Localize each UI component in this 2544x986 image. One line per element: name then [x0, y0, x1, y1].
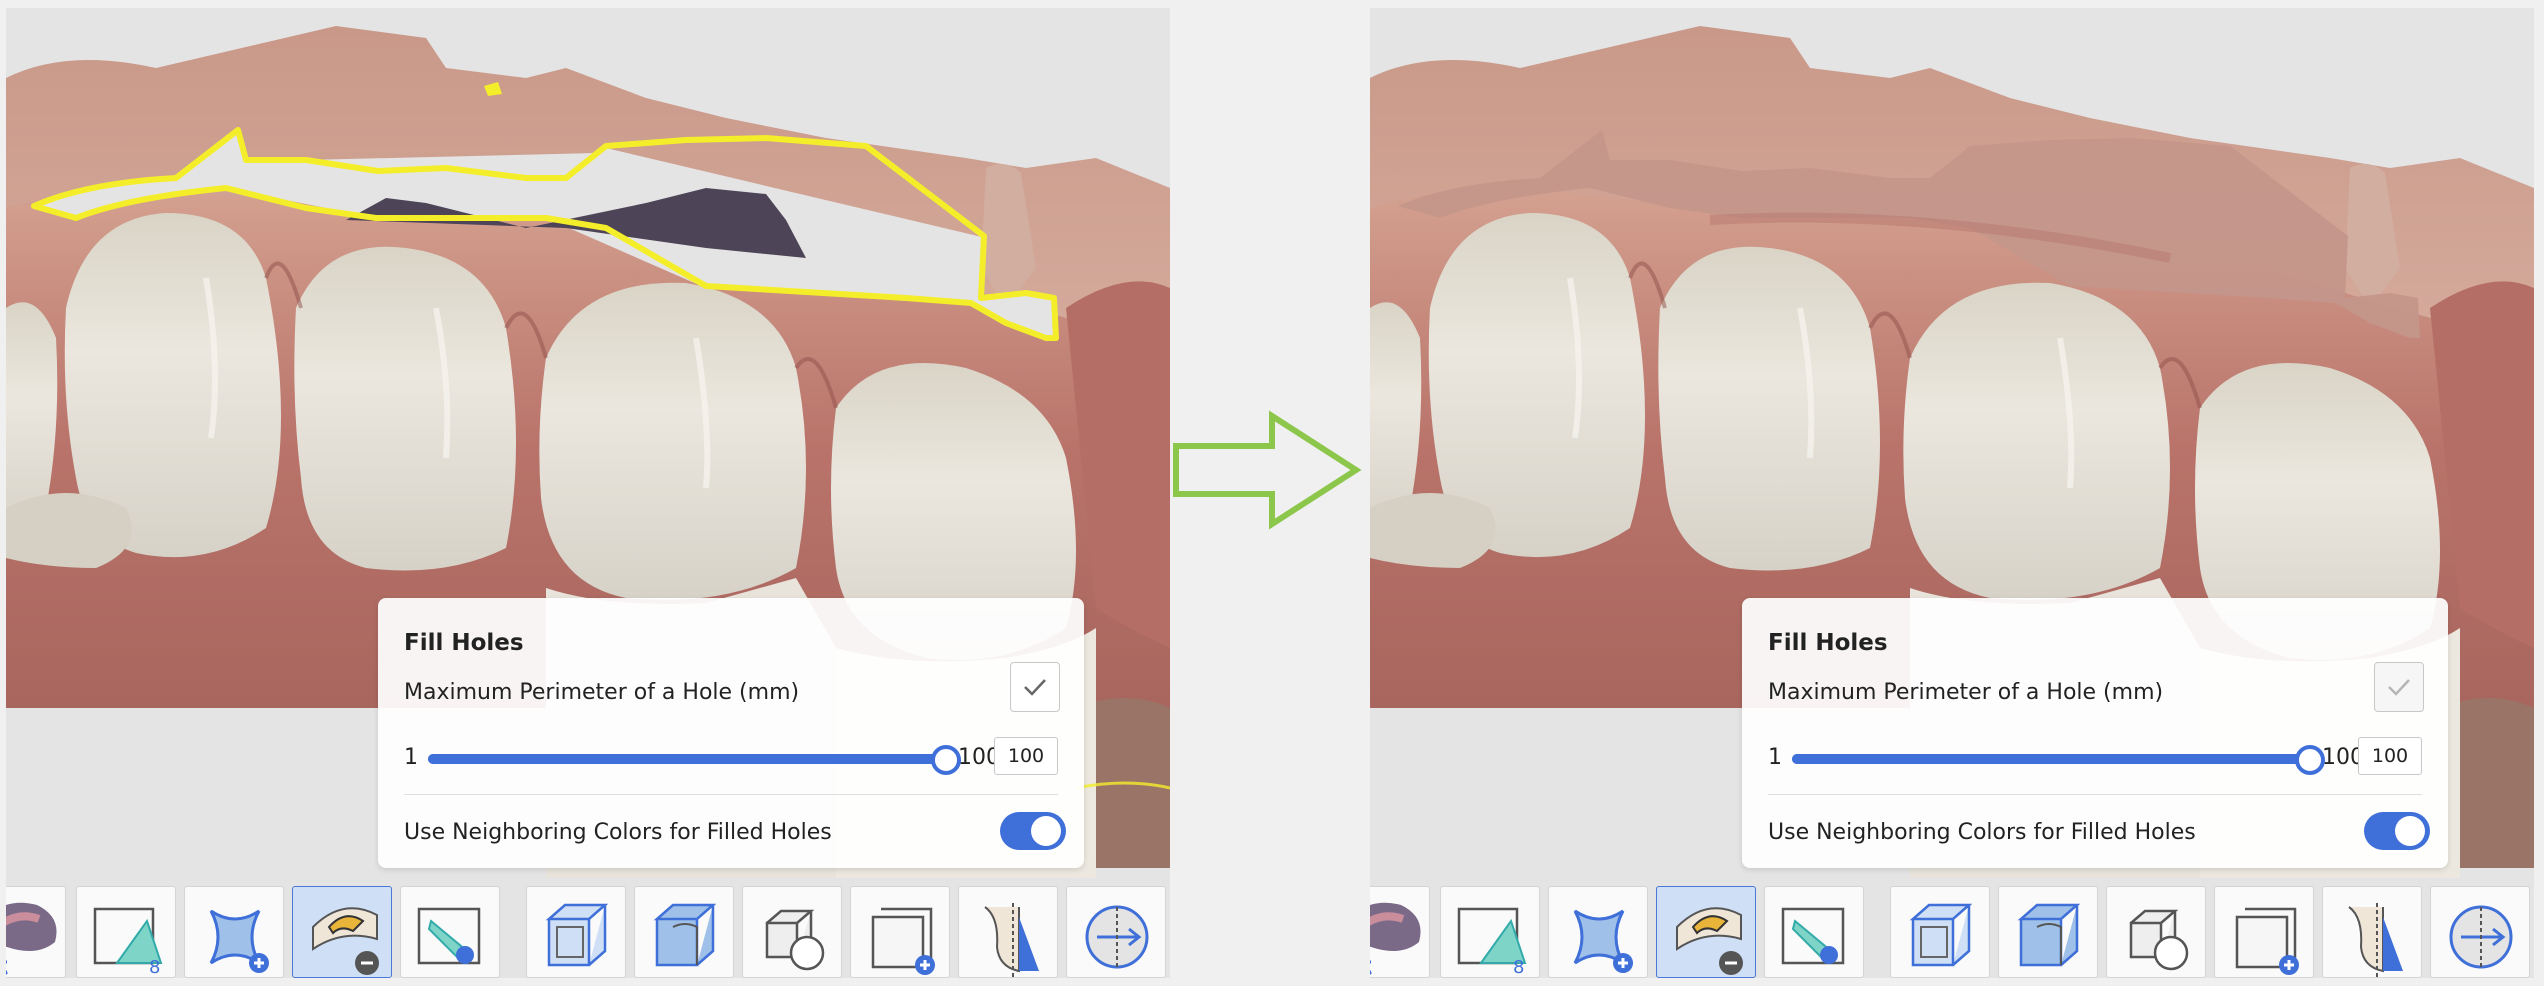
section-view-button[interactable]	[1998, 886, 2098, 978]
smart-select-button[interactable]: 8	[1440, 886, 1540, 978]
clip-plane-icon	[2348, 903, 2403, 977]
model-swap-button[interactable]	[1370, 886, 1430, 978]
slider-fill	[428, 754, 944, 764]
add-layer-icon	[871, 907, 935, 975]
shape-tool-button[interactable]	[742, 886, 842, 978]
export-view-icon	[1085, 905, 1149, 969]
toggle-knob	[1031, 816, 1061, 846]
add-boundary-button[interactable]	[1548, 886, 1648, 978]
divider	[1768, 794, 2422, 795]
perimeter-apply-button[interactable]	[2374, 662, 2424, 712]
perimeter-label: Maximum Perimeter of a Hole (mm)	[1768, 680, 2164, 705]
clip-plane-button[interactable]	[958, 886, 1058, 978]
slider-min-label: 1	[404, 745, 418, 770]
divider	[404, 794, 1058, 795]
slider-thumb[interactable]	[931, 745, 961, 775]
model-swap-icon	[1370, 902, 1421, 975]
perimeter-apply-button[interactable]	[1010, 662, 1060, 712]
fill-holes-icon	[1676, 907, 1743, 975]
bottom-toolbar: 8	[6, 880, 1170, 978]
fill-holes-button[interactable]	[1656, 886, 1756, 978]
shape-tool-icon	[765, 909, 825, 971]
viewport-before[interactable]: Fill Holes Maximum Perimeter of a Hole (…	[6, 8, 1170, 978]
toggle-knob	[2395, 816, 2425, 846]
slider-min-label: 1	[1768, 745, 1782, 770]
export-view-button[interactable]	[2430, 886, 2530, 978]
smart-select-icon: 8	[93, 907, 163, 978]
fill-holes-button[interactable]	[292, 886, 392, 978]
fill-holes-icon	[312, 907, 379, 975]
viewport-after[interactable]: Fill Holes Maximum Perimeter of a Hole (…	[1370, 8, 2534, 978]
brush-edit-icon	[417, 907, 481, 965]
perimeter-value-input[interactable]: 100	[994, 737, 1058, 775]
neighbor-colors-toggle[interactable]	[1000, 812, 1066, 850]
neighbor-colors-toggle[interactable]	[2364, 812, 2430, 850]
add-boundary-icon	[1573, 909, 1633, 973]
perimeter-slider[interactable]	[428, 744, 961, 775]
shape-tool-button[interactable]	[2106, 886, 2206, 978]
model-swap-icon	[6, 902, 57, 975]
add-boundary-button[interactable]	[184, 886, 284, 978]
clip-plane-icon	[984, 903, 1039, 977]
export-view-icon	[2449, 905, 2513, 969]
add-layer-button[interactable]	[850, 886, 950, 978]
svg-text:8: 8	[1513, 957, 1524, 978]
perimeter-label: Maximum Perimeter of a Hole (mm)	[404, 680, 800, 705]
brush-edit-button[interactable]	[400, 886, 500, 978]
panel-title: Fill Holes	[404, 630, 524, 656]
section-view-button[interactable]	[634, 886, 734, 978]
box-view-icon	[545, 903, 609, 967]
export-view-button[interactable]	[1066, 886, 1166, 978]
model-swap-button[interactable]	[6, 886, 66, 978]
bottom-toolbar: 8	[1370, 880, 2534, 978]
shape-tool-icon	[2129, 909, 2189, 971]
box-view-button[interactable]	[526, 886, 626, 978]
svg-text:8: 8	[149, 957, 160, 978]
smart-select-button[interactable]: 8	[76, 886, 176, 978]
section-view-icon	[653, 903, 717, 967]
add-layer-button[interactable]	[2214, 886, 2314, 978]
box-view-button[interactable]	[1890, 886, 1990, 978]
transition-arrow-icon	[1173, 410, 1362, 530]
fill-holes-panel: Fill Holes Maximum Perimeter of a Hole (…	[1742, 598, 2448, 868]
box-view-icon	[1909, 903, 1973, 967]
neighbor-colors-label: Use Neighboring Colors for Filled Holes	[404, 820, 832, 845]
check-icon	[2388, 679, 2410, 696]
fill-holes-panel: Fill Holes Maximum Perimeter of a Hole (…	[378, 598, 1084, 868]
smart-select-icon: 8	[1457, 907, 1527, 978]
brush-edit-icon	[1781, 907, 1845, 965]
brush-edit-button[interactable]	[1764, 886, 1864, 978]
add-boundary-icon	[209, 909, 269, 973]
clip-plane-button[interactable]	[2322, 886, 2422, 978]
add-layer-icon	[2235, 907, 2299, 975]
slider-fill	[1792, 754, 2308, 764]
perimeter-value-input[interactable]: 100	[2358, 737, 2422, 775]
section-view-icon	[2017, 903, 2081, 967]
perimeter-slider[interactable]	[1792, 744, 2325, 775]
slider-thumb[interactable]	[2295, 745, 2325, 775]
panel-title: Fill Holes	[1768, 630, 1888, 656]
neighbor-colors-label: Use Neighboring Colors for Filled Holes	[1768, 820, 2196, 845]
check-icon	[1024, 679, 1046, 696]
